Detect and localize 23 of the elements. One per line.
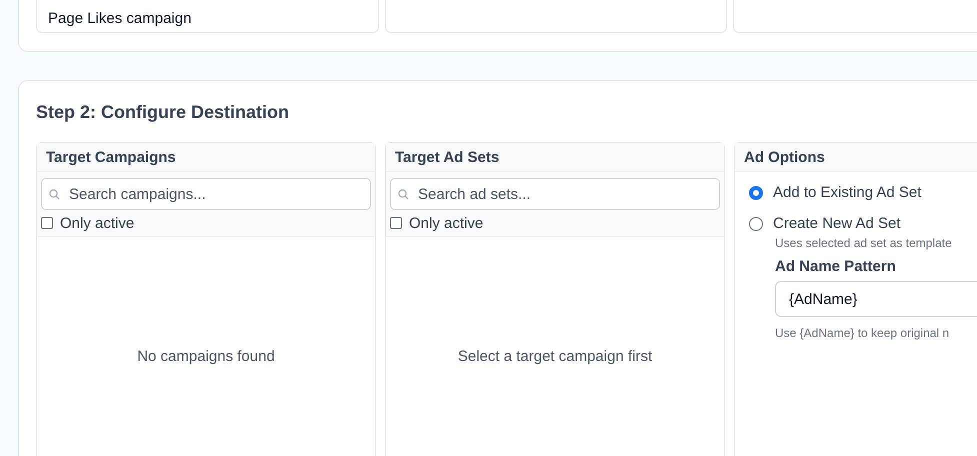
empty-message: No campaigns found bbox=[137, 348, 275, 364]
radio-button[interactable] bbox=[749, 186, 763, 200]
search-icon bbox=[49, 189, 60, 200]
search-field[interactable]: Search ad sets... bbox=[390, 178, 720, 210]
checkbox[interactable] bbox=[390, 217, 402, 229]
checkbox-label: Only active bbox=[409, 214, 484, 232]
checkbox-label: Only active bbox=[60, 214, 134, 232]
hint-text: Use {AdName} to keep original n bbox=[775, 326, 950, 340]
campaign-name: Page Likes campaign bbox=[48, 10, 192, 27]
hint-text: Uses selected ad set as template bbox=[775, 236, 953, 250]
section-title: Step 2: Configure Destination bbox=[36, 102, 290, 123]
radio-label: Create New Ad Set bbox=[773, 215, 901, 232]
panel-title: Target Ad Sets bbox=[395, 148, 500, 166]
empty-message: Select a target campaign first bbox=[458, 348, 652, 364]
radio-label: Add to Existing Ad Set bbox=[773, 184, 922, 201]
checkbox[interactable] bbox=[41, 217, 53, 229]
search-icon bbox=[398, 189, 409, 200]
search-field[interactable]: Search campaigns... bbox=[41, 178, 371, 210]
field-label: Ad Name Pattern bbox=[775, 258, 897, 275]
radio-button[interactable] bbox=[749, 216, 763, 230]
input-field[interactable]: {AdName} bbox=[775, 281, 977, 317]
panel-title: Ad Options bbox=[744, 148, 825, 166]
panel-title: Target Campaigns bbox=[46, 148, 176, 166]
